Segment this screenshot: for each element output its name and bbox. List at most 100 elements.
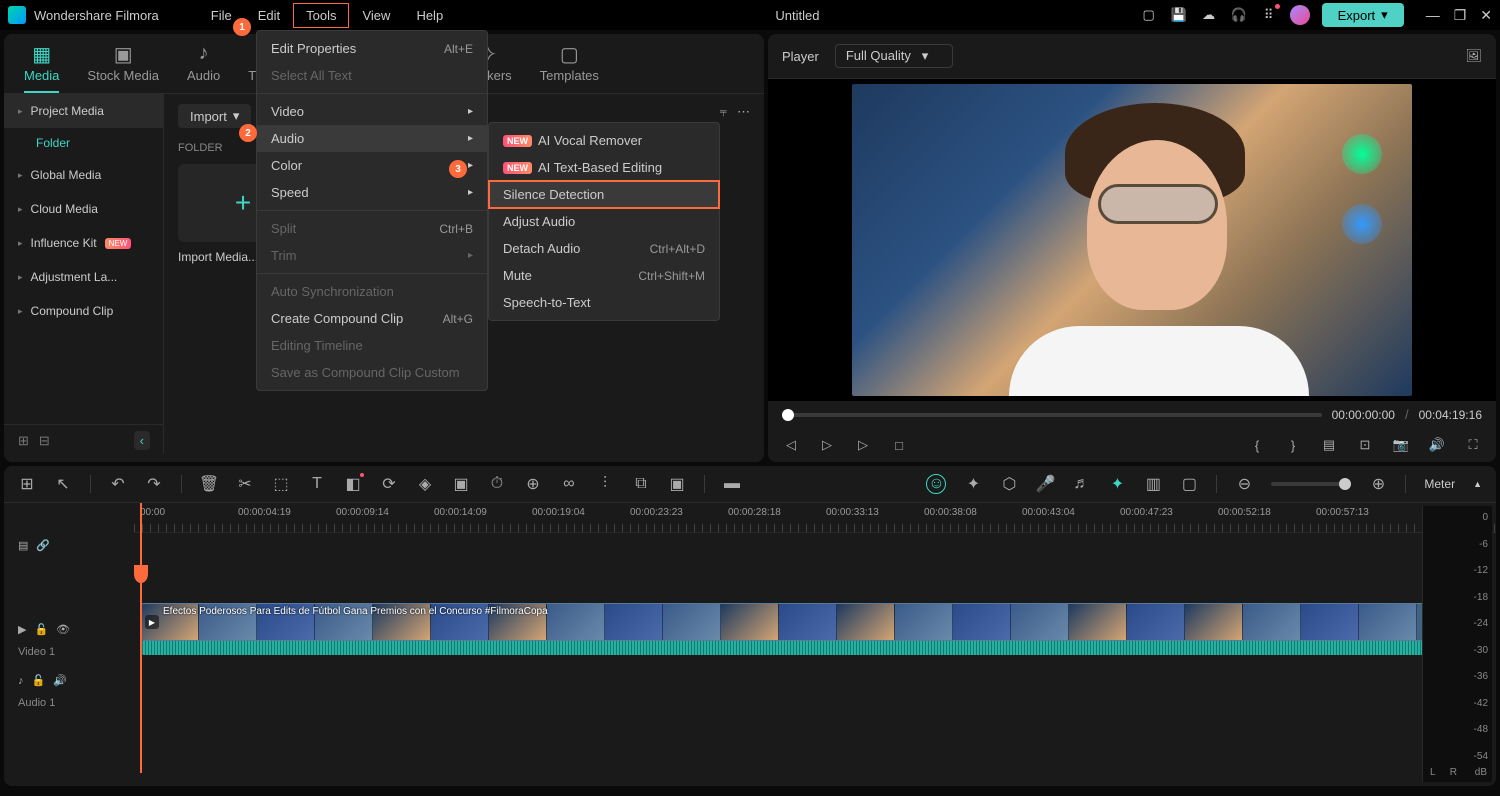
smiley-icon[interactable]: ☺ [926,474,946,494]
cut-icon[interactable]: ✂ [236,475,254,493]
group-icon[interactable]: ⧉ [632,475,650,493]
prev-frame-button[interactable]: ◁ [782,436,800,454]
folder-remove-icon[interactable]: ⊟ [39,433,50,449]
menu-view[interactable]: View [350,4,402,27]
audio-submenu-detach-audio[interactable]: Detach AudioCtrl+Alt+D [489,235,719,262]
tools-item-edit-properties[interactable]: Edit PropertiesAlt+E [257,35,487,62]
tools-item-audio[interactable]: Audio▸ [257,125,487,152]
video-clip[interactable]: ▶ Efectos Poderosos Para Edits de Fútbol… [140,603,1492,641]
import-button[interactable]: Import▾ [178,104,251,128]
timer-icon[interactable]: ⏱ [488,475,506,493]
cloud-icon[interactable]: ☁ [1200,6,1218,24]
sparkle-icon[interactable]: ✦ [964,475,982,493]
crop-icon[interactable]: ⬚ [272,475,290,493]
cursor-icon[interactable]: ↖ [54,475,72,493]
volume-icon[interactable]: 🔊 [1428,436,1446,454]
audio-submenu-ai-vocal-remover[interactable]: NEWAI Vocal Remover [489,127,719,154]
tab-templates[interactable]: ▢Templates [540,42,599,93]
avatar[interactable] [1290,5,1310,25]
folder-add-icon[interactable]: ⊞ [18,433,29,449]
mute-icon[interactable]: 🔊 [53,674,67,687]
zoom-out-icon[interactable]: ⊖ [1235,475,1253,493]
audio-submenu-mute[interactable]: MuteCtrl+Shift+M [489,262,719,289]
focus-icon[interactable]: ⊡ [1356,436,1374,454]
snapshot-icon[interactable]: 🖼 [1465,48,1482,64]
zoom-in-icon[interactable]: ⊕ [1369,475,1387,493]
sidebar-item-compound-clip[interactable]: ▸Compound Clip [4,294,163,328]
audio-waveform[interactable] [140,641,1492,655]
tab-stock-media[interactable]: ▣Stock Media [87,42,159,93]
video-icon[interactable]: ▬ [723,475,741,493]
frame-icon[interactable]: ▢ [1180,475,1198,493]
headphones-icon[interactable]: 🎧 [1230,6,1248,24]
layers-icon[interactable]: ▣ [668,475,686,493]
lock-icon[interactable]: 🔓 [34,623,48,636]
zoom-slider[interactable] [1271,482,1351,486]
meter-label[interactable]: Meter [1424,477,1455,491]
tools-item-speed[interactable]: Speed▸ [257,179,487,206]
sidebar-item-global-media[interactable]: ▸Global Media [4,158,163,192]
video-track[interactable]: ▶ Efectos Poderosos Para Edits de Fútbol… [134,603,1496,653]
track-area[interactable]: 00:0000:00:04:1900:00:09:1400:00:14:0900… [134,503,1496,773]
play-backward-button[interactable]: ▷ [818,436,836,454]
progress-bar[interactable] [782,413,1322,417]
mark-in-icon[interactable]: { [1248,436,1266,454]
audio-submenu-silence-detection[interactable]: Silence Detection [489,181,719,208]
tools-item-create-compound-clip[interactable]: Create Compound ClipAlt+G [257,305,487,332]
filter-icon[interactable]: ⫧ [720,104,727,120]
shield-icon[interactable]: ⬡ [1000,475,1018,493]
sidebar-item-adjustment-la-[interactable]: ▸Adjustment La... [4,260,163,294]
play-button[interactable]: ▷ [854,436,872,454]
link-icon[interactable]: ∞ [560,475,578,493]
audio-track-icon[interactable]: ♪ [18,675,24,687]
redo-icon[interactable]: ↷ [145,475,163,493]
timeline-ruler[interactable]: 00:0000:00:04:1900:00:09:1400:00:14:0900… [134,503,1496,533]
speed-icon[interactable]: ⟳ [380,475,398,493]
audio-submenu-ai-text-based-editing[interactable]: NEWAI Text-Based Editing [489,154,719,181]
audio-submenu-speech-to-text[interactable]: Speech-to-Text [489,289,719,316]
expand-icon[interactable]: ⊕ [524,475,542,493]
quality-select[interactable]: Full Quality ▾ [835,44,953,68]
sidebar-item-influence-kit[interactable]: ▸Influence Kit NEW [4,226,163,260]
caption-icon[interactable]: ▣ [452,475,470,493]
collapse-icon[interactable]: ‹ [134,431,150,450]
tab-audio[interactable]: ♪Audio [187,42,220,93]
save-icon[interactable]: 💾 [1170,6,1188,24]
layout-icon2[interactable]: ▥ [1144,475,1162,493]
minimize-button[interactable]: — [1426,7,1440,24]
audio-submenu-adjust-audio[interactable]: Adjust Audio [489,208,719,235]
stop-button[interactable]: □ [890,436,908,454]
sidebar-item-cloud-media[interactable]: ▸Cloud Media [4,192,163,226]
layout-icon[interactable]: ▢ [1140,6,1158,24]
tools-item-video[interactable]: Video▸ [257,98,487,125]
music-icon[interactable]: ♬ [1072,475,1090,493]
tab-media[interactable]: ▦Media [24,42,59,93]
menu-help[interactable]: Help [404,4,455,27]
grid-icon[interactable]: ⊞ [18,475,36,493]
mic-icon[interactable]: 🎤 [1036,475,1054,493]
delete-icon[interactable]: 🗑 [200,475,218,493]
sidebar-item-project-media[interactable]: ▸Project Media [4,94,163,128]
menu-tools[interactable]: Tools [294,4,348,27]
sidebar-subitem-folder[interactable]: Folder [4,128,163,158]
playhead[interactable] [140,503,142,773]
visibility-icon[interactable]: 👁 [56,623,70,636]
lock-icon2[interactable]: 🔓 [32,674,46,687]
more-icon[interactable]: ⋯ [737,104,750,120]
keyframe-icon[interactable]: ◈ [416,475,434,493]
enhance-icon[interactable]: ✦ [1108,475,1126,493]
text-icon[interactable]: T [308,475,326,493]
layers-toggle-icon[interactable]: ▤ [18,539,28,552]
color-icon[interactable]: ◧ [344,475,362,493]
camera-icon[interactable]: 📷 [1392,436,1410,454]
undo-icon[interactable]: ↶ [109,475,127,493]
video-preview[interactable] [852,84,1412,396]
apps-icon[interactable]: ⠿ [1260,6,1278,24]
compare-icon[interactable]: ▤ [1320,436,1338,454]
menu-edit[interactable]: Edit [246,4,292,27]
maximize-button[interactable]: ❐ [1454,7,1467,24]
fullscreen-icon[interactable]: ⛶ [1464,436,1482,454]
close-button[interactable]: ✕ [1480,7,1492,24]
playhead-handle[interactable] [134,565,148,583]
adjust-icon[interactable]: ⫶ [596,475,614,493]
